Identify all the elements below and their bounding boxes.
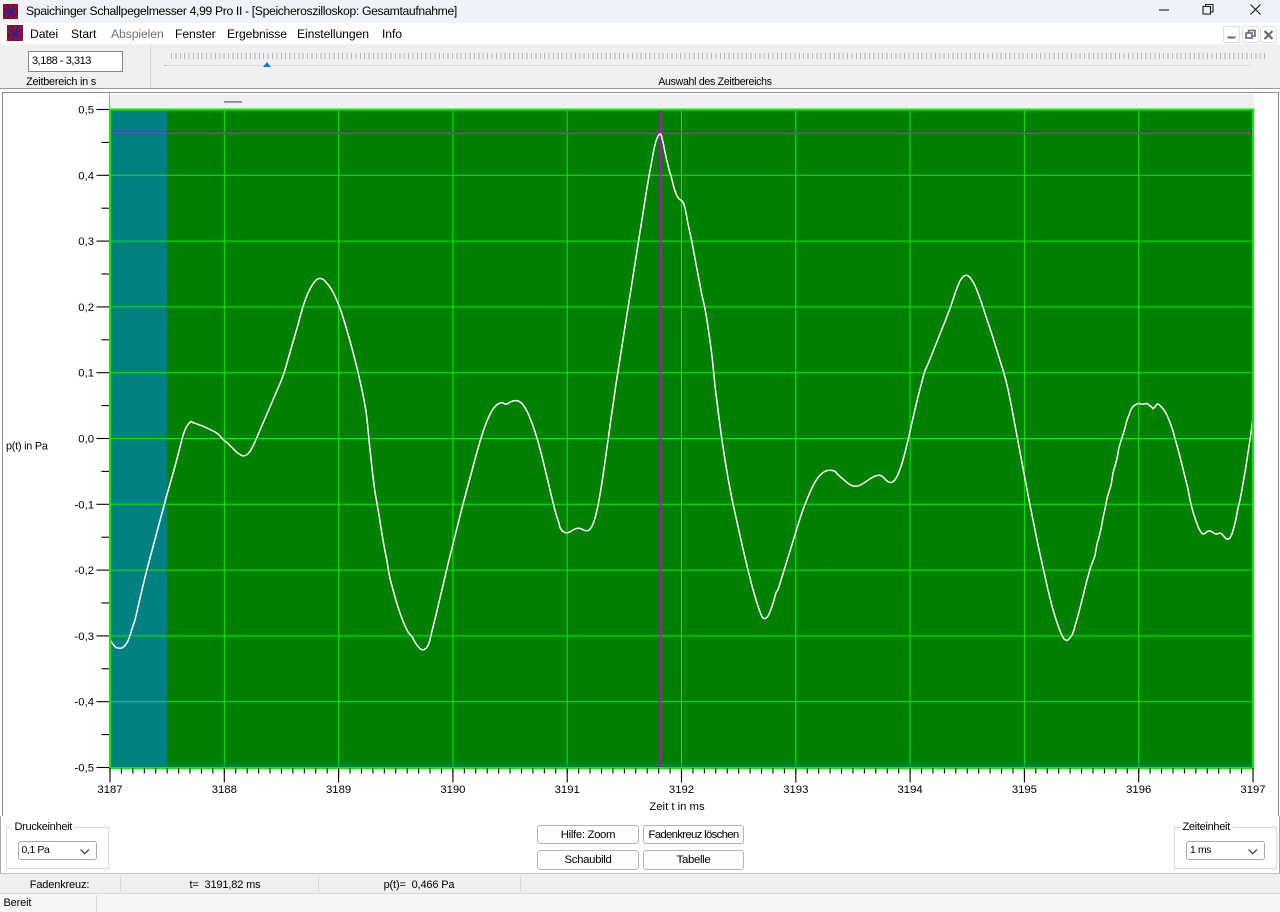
svg-text:-0,4: -0,4 (75, 697, 94, 709)
svg-text:3193: 3193 (783, 784, 808, 796)
svg-text:Zeit t in ms: Zeit t in ms (649, 801, 705, 813)
svg-text:3190: 3190 (440, 784, 465, 796)
svg-text:3189: 3189 (326, 784, 351, 796)
svg-text:0,4: 0,4 (78, 170, 94, 182)
svg-text:0,1: 0,1 (78, 368, 94, 380)
svg-text:0,3: 0,3 (78, 236, 94, 248)
svg-text:0,0: 0,0 (78, 434, 94, 446)
svg-text:3196: 3196 (1126, 784, 1151, 796)
svg-text:-0,5: -0,5 (75, 763, 94, 775)
svg-text:3197: 3197 (1240, 784, 1265, 796)
svg-text:3187: 3187 (97, 784, 122, 796)
svg-text:3192: 3192 (669, 784, 694, 796)
svg-text:3191: 3191 (555, 784, 580, 796)
svg-text:-0,2: -0,2 (75, 565, 94, 577)
svg-text:3188: 3188 (212, 784, 237, 796)
svg-text:3194: 3194 (898, 784, 923, 796)
svg-text:3195: 3195 (1012, 784, 1037, 796)
svg-text:-0,3: -0,3 (75, 631, 94, 643)
svg-text:p(t) in Pa: p(t) in Pa (6, 441, 49, 453)
svg-text:-0,1: -0,1 (75, 499, 94, 511)
svg-text:0,5: 0,5 (78, 105, 94, 117)
svg-text:0,2: 0,2 (78, 302, 94, 314)
